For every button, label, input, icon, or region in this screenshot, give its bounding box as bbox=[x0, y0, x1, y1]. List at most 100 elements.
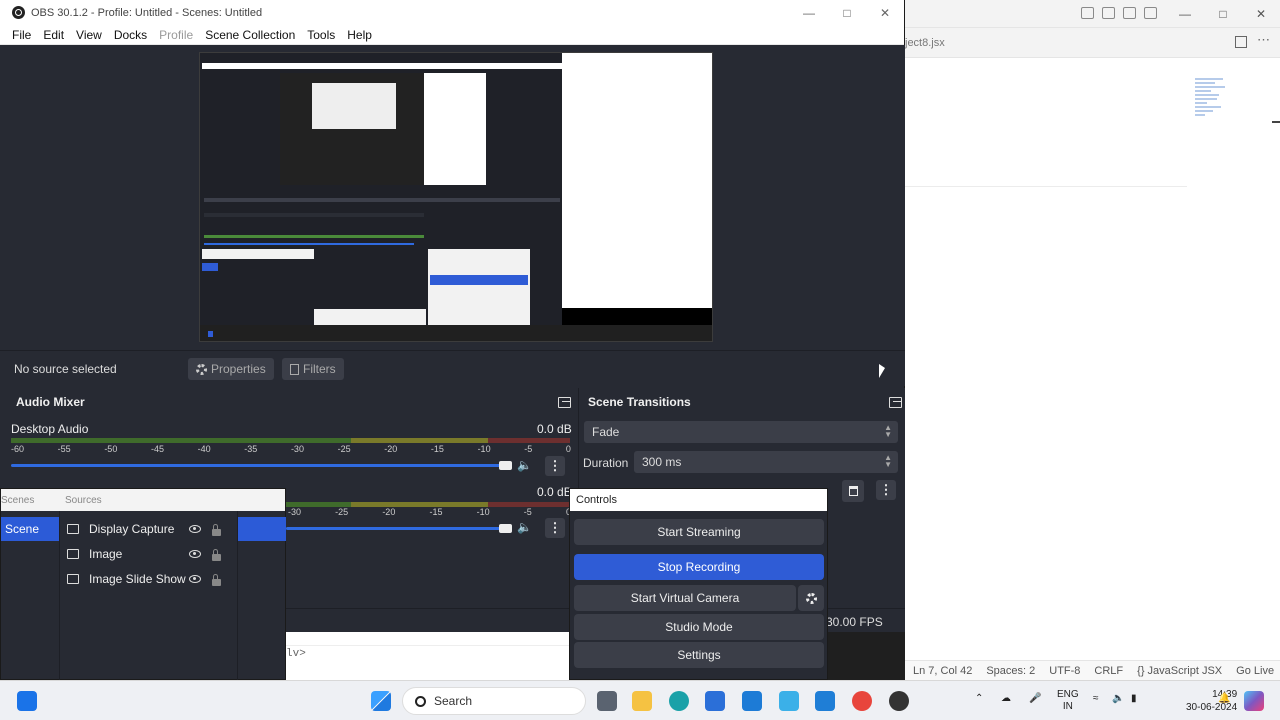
image-icon bbox=[67, 549, 79, 559]
maximize-icon[interactable]: □ bbox=[1204, 0, 1242, 28]
edge-icon[interactable] bbox=[669, 691, 689, 711]
panel-tabs: Scenes Sources bbox=[1, 489, 285, 511]
vscode-icon[interactable] bbox=[815, 691, 835, 711]
scene-list-item[interactable]: Scene bbox=[1, 517, 59, 541]
speaker-icon[interactable]: 🔈 bbox=[517, 520, 532, 534]
task-view-icon[interactable] bbox=[597, 691, 617, 711]
start-virtual-camera-button[interactable]: Start Virtual Camera bbox=[574, 585, 796, 611]
status-eol[interactable]: CRLF bbox=[1094, 665, 1123, 677]
properties-button[interactable]: Properties bbox=[188, 358, 274, 380]
source-item[interactable]: Image bbox=[67, 542, 235, 566]
scenes-sources-panel: Scenes Sources Scene Display Capture Ima… bbox=[0, 488, 286, 681]
editor-tab[interactable]: ject8.jsx bbox=[905, 37, 945, 49]
channel-menu-button[interactable]: ⋮ bbox=[545, 518, 565, 538]
scene-label: Scene bbox=[5, 522, 40, 536]
close-icon[interactable]: ✕ bbox=[1242, 0, 1280, 28]
toggle-secondary-sidebar-icon[interactable] bbox=[1123, 7, 1136, 19]
maximize-icon[interactable]: □ bbox=[828, 0, 866, 25]
tab-sources[interactable]: Sources bbox=[65, 489, 102, 511]
minimize-icon[interactable]: — bbox=[1166, 0, 1204, 28]
microphone-icon[interactable]: 🎤 bbox=[1029, 693, 1041, 705]
menu-help[interactable]: Help bbox=[341, 28, 378, 42]
source-label: Display Capture bbox=[89, 522, 175, 536]
language-indicator[interactable]: ENG IN bbox=[1057, 689, 1079, 713]
widgets-icon[interactable] bbox=[17, 691, 37, 711]
chrome-icon[interactable] bbox=[852, 691, 872, 711]
more-actions-icon[interactable]: ⋯ bbox=[1257, 32, 1270, 48]
minimize-icon[interactable]: — bbox=[790, 0, 828, 25]
layout-buttons[interactable] bbox=[1081, 7, 1157, 19]
status-indentation[interactable]: Spaces: 2 bbox=[986, 665, 1035, 677]
filters-button[interactable]: Filters bbox=[282, 358, 344, 380]
volume-slider-handle[interactable] bbox=[499, 461, 512, 470]
status-encoding[interactable]: UTF-8 bbox=[1049, 665, 1080, 677]
undock-icon[interactable] bbox=[889, 397, 902, 408]
duration-label: Duration bbox=[583, 456, 629, 470]
controls-panel: Controls Start Streaming Stop Recording … bbox=[569, 488, 828, 680]
lock-icon[interactable] bbox=[212, 549, 221, 561]
source-item[interactable]: Display Capture bbox=[67, 517, 235, 541]
volume-slider[interactable] bbox=[11, 464, 511, 467]
taskbar-search[interactable]: Search bbox=[402, 687, 586, 715]
menu-view[interactable]: View bbox=[70, 28, 108, 42]
lock-icon[interactable] bbox=[212, 524, 221, 536]
menu-scene-collection[interactable]: Scene Collection bbox=[199, 28, 301, 42]
start-streaming-button[interactable]: Start Streaming bbox=[574, 519, 824, 545]
controls-title: Controls bbox=[570, 489, 827, 511]
status-cursor-position[interactable]: Ln 7, Col 42 bbox=[913, 665, 972, 677]
app-icon[interactable] bbox=[742, 691, 762, 711]
volume-icon[interactable]: 🔈 bbox=[1112, 693, 1124, 705]
toggle-panel-icon[interactable] bbox=[1102, 7, 1115, 19]
transition-select[interactable]: Fade ▲ ▼ bbox=[584, 421, 898, 443]
status-go-live[interactable]: Go Live bbox=[1236, 665, 1274, 677]
file-explorer-icon[interactable] bbox=[632, 691, 652, 711]
duration-spinbox[interactable]: 300 ms ▲ ▼ bbox=[634, 451, 898, 473]
volume-meter-yellow bbox=[351, 438, 488, 443]
battery-icon[interactable]: ▮ bbox=[1131, 693, 1137, 705]
remove-transition-button[interactable] bbox=[842, 480, 864, 502]
obs-titlebar: OBS 30.1.2 - Profile: Untitled - Scenes:… bbox=[0, 0, 904, 25]
source-item[interactable]: Image Slide Show bbox=[67, 567, 235, 591]
menu-tools[interactable]: Tools bbox=[301, 28, 341, 42]
close-icon[interactable]: ✕ bbox=[866, 0, 904, 25]
virtual-camera-settings-button[interactable] bbox=[798, 585, 824, 611]
split-editor-icon[interactable] bbox=[1235, 36, 1247, 48]
transition-menu-button[interactable]: ⋮ bbox=[876, 480, 896, 500]
spin-arrows-icon: ▲ ▼ bbox=[884, 453, 892, 469]
visibility-eye-icon[interactable] bbox=[189, 550, 201, 558]
chevron-up-icon[interactable]: ⌃ bbox=[975, 693, 983, 705]
tab-scenes[interactable]: Scenes bbox=[1, 489, 34, 511]
speaker-icon[interactable]: 🔈 bbox=[517, 458, 532, 472]
stop-recording-button[interactable]: Stop Recording bbox=[574, 554, 824, 580]
wifi-icon[interactable]: ≈ bbox=[1093, 693, 1099, 705]
studio-mode-button[interactable]: Studio Mode bbox=[574, 614, 824, 640]
vscode-window: — □ ✕ ject8.jsx ⋯ bbox=[905, 0, 1280, 680]
undock-icon[interactable] bbox=[558, 397, 571, 408]
menu-edit[interactable]: Edit bbox=[37, 28, 70, 42]
program-preview[interactable] bbox=[199, 52, 713, 342]
lock-icon[interactable] bbox=[212, 574, 221, 586]
minimap[interactable] bbox=[1195, 76, 1227, 132]
visibility-eye-icon[interactable] bbox=[189, 575, 201, 583]
menu-docks[interactable]: Docks bbox=[108, 28, 153, 42]
channel-menu-button[interactable]: ⋮ bbox=[545, 456, 565, 476]
customize-layout-icon[interactable] bbox=[1144, 7, 1157, 19]
settings-button[interactable]: Settings bbox=[574, 642, 824, 668]
monitor-icon bbox=[67, 524, 79, 534]
menu-profile[interactable]: Profile bbox=[153, 28, 199, 42]
visibility-eye-icon[interactable] bbox=[189, 525, 201, 533]
windows-taskbar: Search ⌃ ☁ 🎤 ENG IN ≈ 🔈 ▮ 14:39 30-06-202… bbox=[0, 680, 1280, 720]
status-language[interactable]: {} JavaScript JSX bbox=[1137, 665, 1222, 677]
volume-slider-handle[interactable] bbox=[499, 524, 512, 533]
volume-slider[interactable] bbox=[286, 527, 511, 530]
store-icon[interactable] bbox=[705, 691, 725, 711]
obs-taskbar-icon[interactable] bbox=[889, 691, 909, 711]
toggle-primary-sidebar-icon[interactable] bbox=[1081, 7, 1094, 19]
menu-file[interactable]: File bbox=[6, 28, 37, 42]
onedrive-icon[interactable]: ☁ bbox=[1001, 693, 1011, 705]
python-icon[interactable] bbox=[779, 691, 799, 711]
notification-bell-icon[interactable]: 🔔 bbox=[1218, 693, 1230, 705]
copilot-icon[interactable] bbox=[1244, 691, 1264, 711]
start-icon[interactable] bbox=[371, 691, 391, 711]
fps-indicator: 30.00 FPS bbox=[826, 615, 883, 629]
